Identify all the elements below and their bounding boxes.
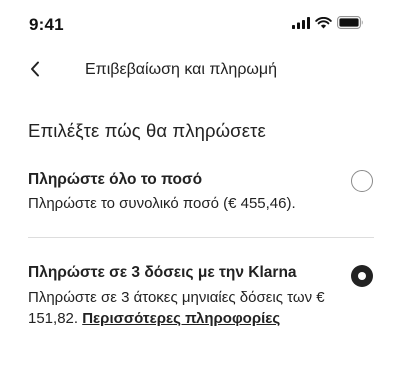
- radio-selected[interactable]: [351, 265, 373, 287]
- option-title: Πληρώστε σε 3 δόσεις με την Klarna: [28, 264, 297, 281]
- section-title: Επιλέξτε πώς θα πληρώσετε: [28, 120, 266, 141]
- pay-installments-option[interactable]: Πληρώστε σε 3 δόσεις με την Klarna Πληρώ…: [0, 250, 400, 360]
- chevron-left-icon: [30, 61, 40, 82]
- back-button[interactable]: [20, 56, 50, 86]
- option-description: Πληρώστε το συνολικό ποσό (€ 455,46).: [28, 195, 296, 212]
- radio-dot: [358, 272, 366, 280]
- status-icons: [292, 16, 364, 34]
- page-title: Επιβεβαίωση και πληρωμή: [85, 61, 278, 78]
- radio-unselected[interactable]: [351, 170, 373, 192]
- option-title: Πληρώστε όλο το ποσό: [28, 171, 203, 188]
- pay-full-option[interactable]: Πληρώστε όλο το ποσό Πληρώστε το συνολικ…: [0, 160, 400, 230]
- wifi-icon: [315, 16, 332, 34]
- battery-icon: [337, 16, 364, 34]
- status-time: 9:41: [29, 15, 64, 34]
- more-info-link[interactable]: Περισσότερες πληροφορίες: [82, 310, 280, 327]
- nav-bar: Επιβεβαίωση και πληρωμή: [0, 52, 400, 92]
- divider: [28, 237, 374, 238]
- signal-icon: [292, 16, 310, 34]
- status-bar: 9:41: [0, 0, 400, 48]
- option-description: Πληρώστε σε 3 άτοκες μηνιαίες δόσεις των…: [28, 287, 348, 329]
